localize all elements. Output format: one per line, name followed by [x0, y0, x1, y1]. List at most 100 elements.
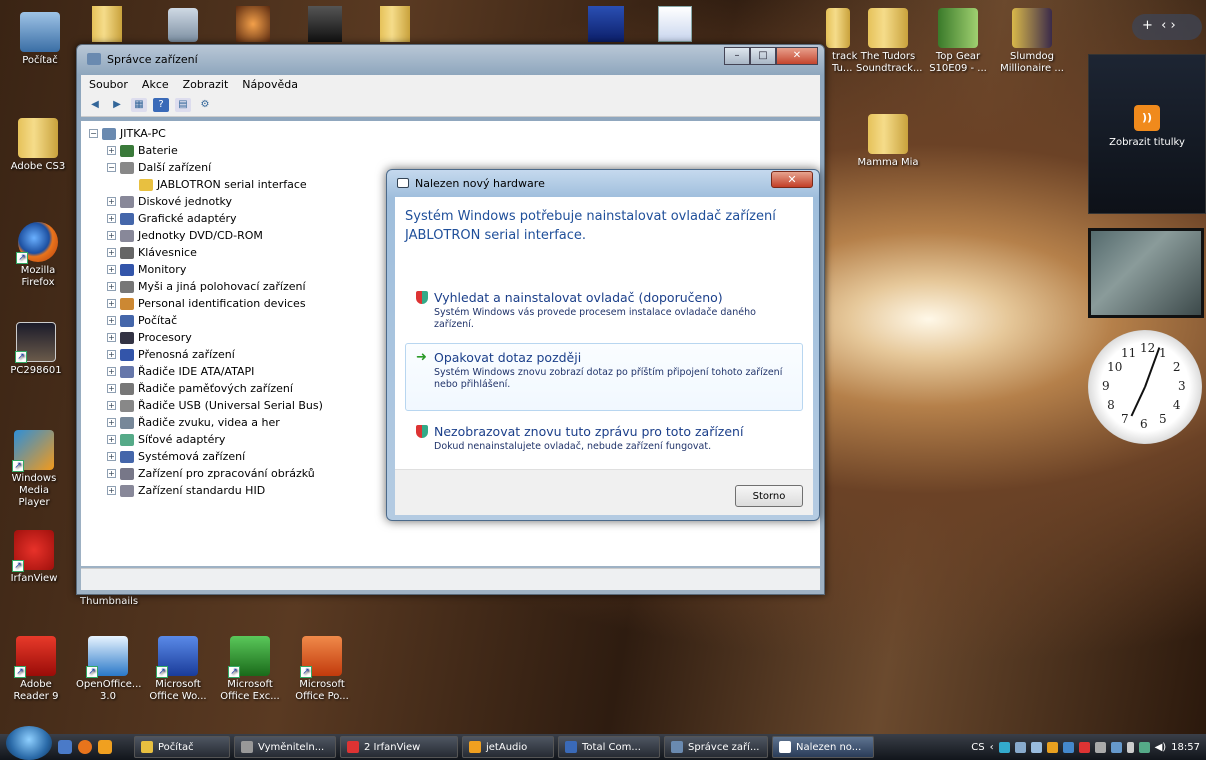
expand-icon[interactable]: + — [107, 486, 116, 495]
desktop-icon-adobe-reader[interactable]: ↗ Adobe Reader 9 — [4, 636, 68, 703]
dialog-close-button[interactable]: ✕ — [771, 171, 813, 188]
maximize-button[interactable]: □ — [750, 47, 776, 65]
desktop-icon-computer[interactable]: Počítač — [8, 12, 72, 67]
option-search-install[interactable]: Vyhledat a nainstalovat ovladač (doporuč… — [405, 283, 803, 338]
slideshow-gadget[interactable] — [1088, 228, 1204, 318]
expand-icon[interactable]: + — [107, 265, 116, 274]
expand-icon[interactable]: + — [107, 316, 116, 325]
desktop-icon-adobe-cs3[interactable]: Adobe CS3 — [6, 118, 70, 173]
expand-icon[interactable]: + — [107, 384, 116, 393]
desktop-icon-openoffice[interactable]: ↗ OpenOffice... 3.0 — [76, 636, 141, 703]
taskbar-button[interactable]: Nalezen no... — [772, 736, 874, 758]
desktop-icon-slumdog[interactable]: Slumdog Millionaire ... — [1000, 8, 1064, 75]
clock-gadget[interactable]: 12 1 2 3 4 5 6 7 8 9 10 11 — [1088, 330, 1202, 444]
expand-icon[interactable]: + — [107, 469, 116, 478]
close-button[interactable]: ✕ — [776, 47, 818, 65]
tray-icon[interactable] — [1078, 741, 1090, 753]
menu-soubor[interactable]: Soubor — [89, 78, 128, 92]
tree-node[interactable]: + Baterie — [107, 142, 812, 159]
desktop-icon-the-tudors[interactable]: The Tudors Soundtrack... — [856, 8, 922, 75]
chevron-left-icon[interactable]: ‹ — [990, 742, 994, 753]
view-icon[interactable]: ▤ — [175, 98, 191, 112]
volume-icon[interactable]: ◀) — [1155, 742, 1167, 753]
desktop-icon-firefox[interactable]: ↗ Mozilla Firefox — [6, 222, 70, 289]
expand-icon[interactable]: + — [107, 197, 116, 206]
start-button[interactable] — [6, 726, 52, 760]
desktop-icon-media-player[interactable]: ↗ Windows Media Player — [2, 430, 66, 509]
floppy-icon[interactable] — [588, 6, 624, 42]
taskbar-button[interactable]: Počítač — [134, 736, 230, 758]
jetaudio-icon[interactable] — [98, 740, 112, 754]
show-desktop-icon[interactable] — [58, 740, 72, 754]
properties-icon[interactable]: ▦ — [131, 98, 147, 112]
scan-hardware-icon[interactable]: ⚙ — [197, 98, 213, 112]
expand-icon[interactable]: + — [107, 435, 116, 444]
rss-gadget[interactable]: )) Zobrazit titulky — [1088, 54, 1206, 214]
desktop-icon-mamma-mia[interactable]: Mamma Mia — [856, 114, 920, 169]
desktop-icon-powerpoint[interactable]: ↗ Microsoft Office Po... — [290, 636, 354, 703]
option-ask-later[interactable]: ➜ Opakovat dotaz později Systém Windows z… — [405, 343, 803, 411]
tree-root[interactable]: − JITKA-PC — [89, 125, 812, 142]
word-document-icon[interactable] — [658, 6, 692, 42]
taskbar-button[interactable]: 2 IrfanView — [340, 736, 458, 758]
app-icon[interactable] — [236, 6, 270, 42]
expand-icon[interactable]: + — [107, 248, 116, 257]
rss-gadget-label[interactable]: Zobrazit titulky — [1089, 137, 1205, 148]
folder-icon[interactable] — [380, 6, 410, 42]
task-app-icon — [241, 741, 253, 753]
desktop-icon-pc298601[interactable]: ↗ PC298601 — [4, 322, 68, 377]
taskbar-button[interactable]: Total Com... — [558, 736, 660, 758]
battery-icon[interactable] — [1126, 741, 1134, 753]
expand-icon[interactable]: + — [107, 231, 116, 240]
taskbar: Počítač Vyměniteln... 2 IrfanView jetAudio T… — [0, 726, 1206, 760]
taskbar-button[interactable]: jetAudio — [462, 736, 554, 758]
expand-icon[interactable]: + — [107, 299, 116, 308]
clock-number: 3 — [1178, 379, 1186, 393]
expand-icon[interactable]: + — [107, 333, 116, 342]
desktop-icon-top-gear[interactable]: Top Gear S10E09 - ... — [926, 8, 990, 75]
desktop-icon-excel[interactable]: ↗ Microsoft Office Exc... — [218, 636, 282, 703]
tray-icon[interactable] — [1110, 741, 1122, 753]
desktop-icon-word[interactable]: ↗ Microsoft Office Wo... — [146, 636, 210, 703]
menu-zobrazit[interactable]: Zobrazit — [183, 78, 229, 92]
expand-icon[interactable]: + — [107, 350, 116, 359]
tray-icon[interactable] — [1014, 741, 1026, 753]
tray-icon[interactable] — [1046, 741, 1058, 753]
collapse-icon[interactable]: − — [89, 129, 98, 138]
recycle-bin-icon[interactable] — [168, 8, 198, 42]
tray-icon[interactable] — [1030, 741, 1042, 753]
expand-icon[interactable]: + — [107, 418, 116, 427]
back-icon[interactable]: ◀ — [87, 98, 103, 112]
dialog-titlebar[interactable]: Nalezen nový hardware — [387, 170, 819, 196]
minimize-button[interactable]: – — [724, 47, 750, 65]
app-icon[interactable] — [308, 6, 342, 42]
taskbar-button[interactable]: Správce zaří... — [664, 736, 768, 758]
clock-time[interactable]: 18:57 — [1171, 742, 1200, 753]
expand-icon[interactable]: + — [107, 282, 116, 291]
sidebar-controls[interactable]: + ‹ › — [1132, 14, 1202, 40]
collapse-icon[interactable]: − — [107, 163, 116, 172]
help-icon[interactable]: ? — [153, 98, 169, 112]
desktop-icon-irfanview[interactable]: ↗ IrfanView — [2, 530, 66, 585]
device-category-icon — [120, 297, 134, 310]
network-icon[interactable] — [1138, 741, 1150, 753]
expand-icon[interactable]: + — [107, 452, 116, 461]
window-titlebar[interactable]: Správce zařízení — [77, 45, 824, 73]
firefox-icon[interactable] — [78, 740, 92, 754]
tray-icon[interactable] — [1094, 741, 1106, 753]
tray-icon[interactable] — [998, 741, 1010, 753]
forward-icon[interactable]: ▶ — [109, 98, 125, 112]
folder-icon[interactable] — [92, 6, 122, 42]
taskbar-button[interactable]: Vyměniteln... — [234, 736, 336, 758]
language-indicator[interactable]: CS — [971, 742, 984, 753]
tray-icon[interactable] — [1062, 741, 1074, 753]
cancel-button[interactable]: Storno — [735, 485, 803, 507]
menu-akce[interactable]: Akce — [142, 78, 169, 92]
menu-napoveda[interactable]: Nápověda — [242, 78, 298, 92]
option-dont-show-again[interactable]: Nezobrazovat znovu tuto zprávu pro toto … — [405, 417, 803, 460]
new-hardware-dialog[interactable]: Nalezen nový hardware ✕ Systém Windows p… — [386, 169, 820, 521]
expand-icon[interactable]: + — [107, 214, 116, 223]
expand-icon[interactable]: + — [107, 401, 116, 410]
expand-icon[interactable]: + — [107, 146, 116, 155]
expand-icon[interactable]: + — [107, 367, 116, 376]
